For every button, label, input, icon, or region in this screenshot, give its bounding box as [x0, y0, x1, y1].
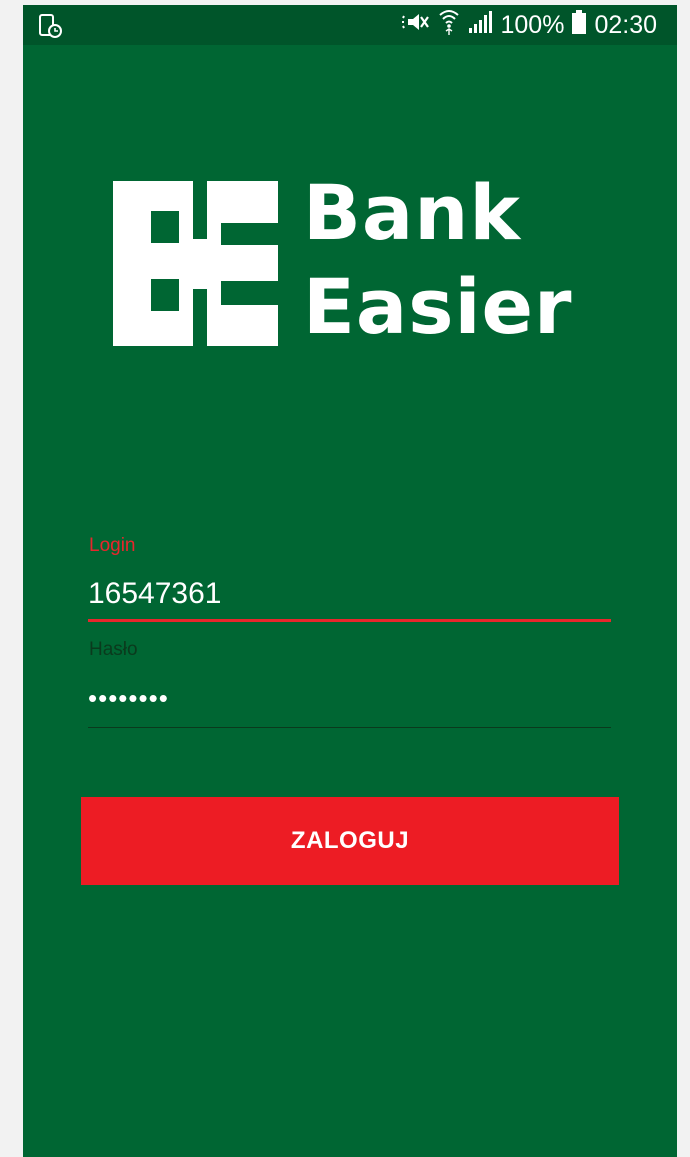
- mute-icon: [400, 10, 430, 41]
- password-input[interactable]: [88, 673, 611, 723]
- password-label: Hasło: [89, 639, 138, 660]
- login-underline: [88, 619, 611, 622]
- logo-text-easier: Easier: [303, 262, 573, 351]
- clock: 02:30: [594, 10, 657, 39]
- login-input[interactable]: [88, 569, 611, 619]
- password-field: Hasło: [88, 639, 611, 729]
- login-label: Login: [89, 535, 136, 556]
- password-underline: [88, 727, 611, 728]
- app-screen: 100% 02:30 Bank Easier Login 16547361 Ha…: [23, 5, 677, 1157]
- bank-easier-logo: Bank Easier: [113, 173, 593, 353]
- signal-icon: [468, 10, 493, 41]
- screen-timeout-icon: [37, 13, 63, 39]
- wifi-icon: [438, 9, 460, 42]
- battery-percent: 100%: [500, 10, 565, 39]
- battery-icon: [572, 9, 587, 41]
- status-bar: 100% 02:30: [23, 5, 677, 45]
- status-icons: 100% 02:30: [400, 5, 657, 45]
- be-logo-mark-icon: [113, 181, 278, 346]
- login-field: Login: [88, 535, 611, 625]
- login-button[interactable]: ZALOGUJ: [81, 797, 619, 885]
- logo-text-bank: Bank: [303, 168, 521, 257]
